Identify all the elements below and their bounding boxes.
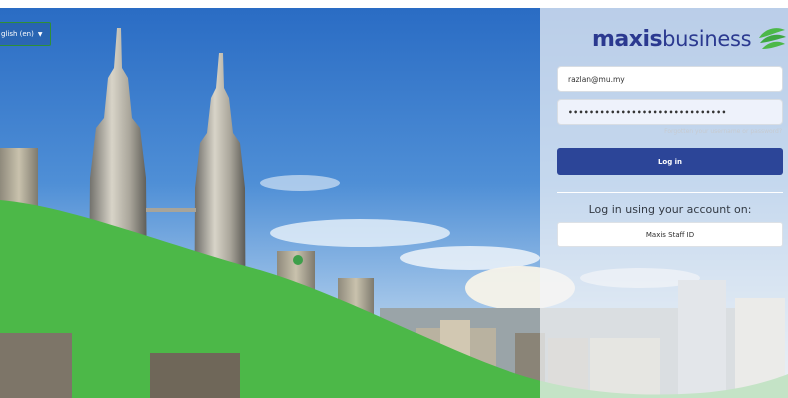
top-strip [0, 0, 788, 8]
maxis-staff-id-button[interactable]: Maxis Staff ID [557, 222, 783, 247]
language-label: glish (en) [1, 30, 34, 38]
maxis-leaf-logo-icon [759, 28, 787, 49]
login-button[interactable]: Log in [557, 148, 783, 175]
alternate-login-heading: Log in using your account on: [588, 203, 752, 216]
password-input[interactable] [557, 99, 783, 125]
language-selector[interactable]: glish (en) ▼ [0, 22, 52, 46]
login-page: glish (en)▼ maxisbusiness Forgotten your… [0, 0, 788, 398]
logo-bold-text: maxis [592, 26, 663, 52]
forgot-credentials-link[interactable]: Forgotten your username or password? [664, 128, 782, 135]
caret-down-icon: ▼ [37, 31, 43, 38]
divider [557, 192, 783, 193]
logo-light-text: business [662, 27, 752, 51]
username-input[interactable] [557, 66, 783, 92]
maxis-business-logo: maxis business [592, 24, 787, 54]
